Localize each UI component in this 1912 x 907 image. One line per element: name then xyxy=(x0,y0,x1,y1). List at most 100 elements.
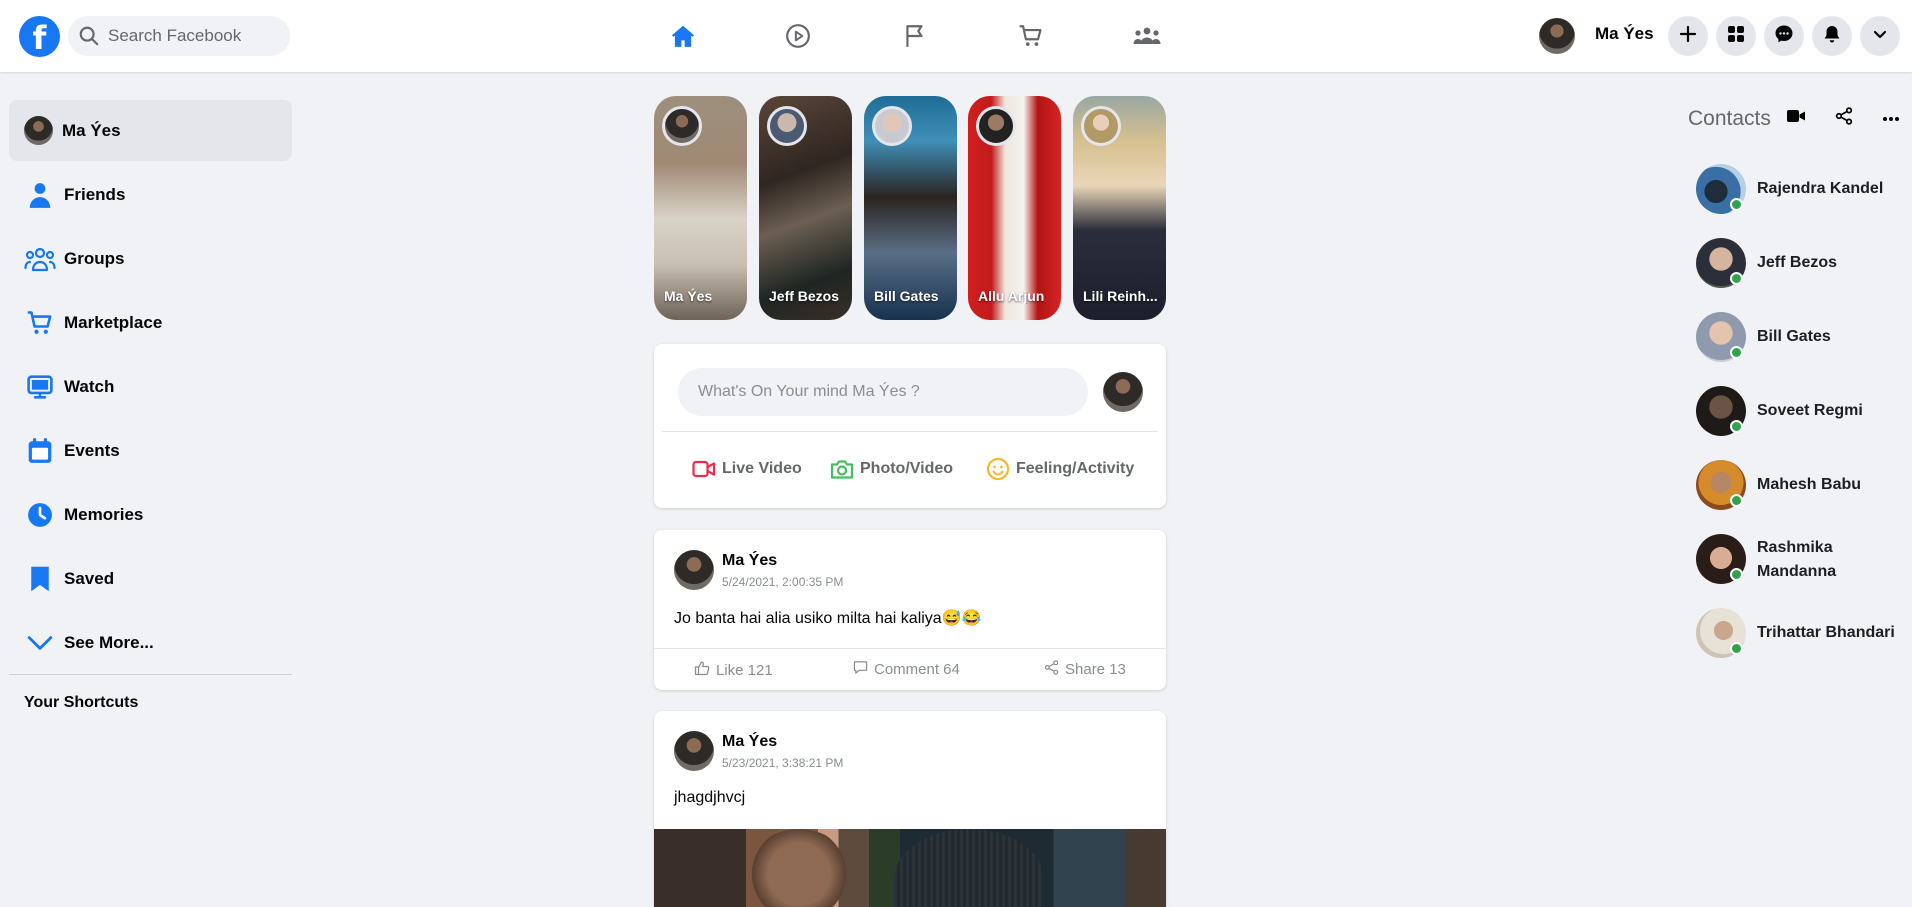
sidebar-item-memories[interactable]: Memories xyxy=(24,494,294,534)
contact-item[interactable]: Bill Gates xyxy=(1696,312,1906,364)
sidebar-item-groups[interactable]: Groups xyxy=(24,238,294,278)
watch-icon[interactable] xyxy=(780,18,816,54)
story-avatar xyxy=(662,106,702,146)
groups-icon[interactable] xyxy=(1129,18,1165,54)
search-input[interactable]: Search Facebook xyxy=(68,16,290,56)
story-card[interactable]: Lili Reinh... xyxy=(1073,96,1166,320)
story-card[interactable]: Ma Ýes xyxy=(654,96,747,320)
account-menu-button[interactable] xyxy=(1860,16,1900,56)
post-photo[interactable] xyxy=(654,829,1166,907)
more-icon xyxy=(1882,109,1900,127)
post-text: Jo banta hai alia usiko milta hai kaliya… xyxy=(674,610,982,627)
post-timestamp[interactable]: 5/23/2021, 3:38:21 PM xyxy=(722,756,843,770)
post-text: jhagdjhvcj xyxy=(674,789,746,806)
photo-person xyxy=(894,829,1044,907)
contact-item[interactable]: Rajendra Kandel xyxy=(1696,164,1906,216)
sidebar-item-see-more[interactable]: See More... xyxy=(24,622,294,662)
sidebar-item-events[interactable]: Events xyxy=(24,430,294,470)
menu-button[interactable] xyxy=(1716,16,1756,56)
photo-camera-icon xyxy=(830,458,854,480)
sidebar-item-saved[interactable]: Saved xyxy=(24,558,294,598)
contacts-share-button[interactable] xyxy=(1824,98,1864,138)
friends-icon xyxy=(24,180,56,210)
post-author[interactable]: Ma Ýes xyxy=(722,733,777,751)
plus-icon xyxy=(1679,25,1697,48)
pages-flag-icon[interactable] xyxy=(897,18,933,54)
contact-name: Trihattar Bhandari xyxy=(1757,624,1895,641)
sidebar-item-label: Saved xyxy=(64,569,115,588)
photo-video-label: Photo/Video xyxy=(860,460,954,477)
feeling-activity-button[interactable]: Feeling/Activity xyxy=(986,456,1134,482)
online-status-dot xyxy=(1730,272,1743,285)
sidebar-item-marketplace[interactable]: Marketplace xyxy=(24,302,294,342)
create-button[interactable] xyxy=(1668,16,1708,56)
live-video-button[interactable]: Live Video xyxy=(692,456,802,482)
share-icon xyxy=(1044,660,1059,679)
search-icon xyxy=(78,25,100,52)
contact-item[interactable]: Soveet Regmi xyxy=(1696,386,1906,438)
groups-icon xyxy=(24,244,56,274)
sidebar-divider xyxy=(9,674,292,675)
share-button[interactable]: Share 13 xyxy=(1044,660,1126,679)
sidebar-item-friends[interactable]: Friends xyxy=(24,174,294,214)
online-status-dot xyxy=(1730,346,1743,359)
story-card[interactable]: Bill Gates xyxy=(864,96,957,320)
video-call-button[interactable] xyxy=(1776,98,1816,138)
avatar[interactable] xyxy=(674,731,714,771)
comment-button[interactable]: Comment 64 xyxy=(853,660,960,679)
menu-grid-icon xyxy=(1727,25,1745,48)
notifications-button[interactable] xyxy=(1812,16,1852,56)
photo-video-button[interactable]: Photo/Video xyxy=(830,456,953,482)
story-name: Lili Reinh... xyxy=(1083,288,1158,304)
feed-post: Ma Ýes 5/23/2021, 3:38:21 PM jhagdjhvcj xyxy=(654,711,1166,907)
avatar xyxy=(24,116,53,145)
marketplace-icon xyxy=(24,308,56,338)
contact-item[interactable]: Trihattar Bhandari xyxy=(1696,608,1906,660)
messenger-button[interactable] xyxy=(1764,16,1804,56)
post-author[interactable]: Ma Ýes xyxy=(722,552,777,570)
online-status-dot xyxy=(1730,568,1743,581)
contact-name: Bill Gates xyxy=(1757,328,1831,345)
video-call-icon xyxy=(1786,108,1806,129)
share-icon xyxy=(1835,106,1853,130)
story-card[interactable]: Allu Arjun xyxy=(968,96,1061,320)
video-camera-icon xyxy=(692,460,716,478)
story-avatar xyxy=(976,106,1016,146)
top-navigation-bar: f Search Facebook Ma Ýes xyxy=(0,0,1912,72)
contact-item[interactable]: Jeff Bezos xyxy=(1696,238,1906,290)
contact-name: Rashmika Mandanna xyxy=(1757,539,1837,580)
composer-input[interactable]: What's On Your mind Ma Ýes ? xyxy=(678,368,1088,416)
story-card[interactable]: Jeff Bezos xyxy=(759,96,852,320)
sidebar-item-watch[interactable]: Watch xyxy=(24,366,294,406)
avatar xyxy=(1103,372,1143,412)
story-name: Allu Arjun xyxy=(978,288,1045,304)
contact-item[interactable]: Rashmika Mandanna xyxy=(1696,534,1906,586)
facebook-logo[interactable]: f xyxy=(19,16,60,57)
divider xyxy=(654,648,1166,649)
sidebar-item-label: See More... xyxy=(64,633,154,652)
post-timestamp[interactable]: 5/24/2021, 2:00:35 PM xyxy=(722,575,843,589)
comment-label: Comment 64 xyxy=(874,661,960,678)
story-name: Ma Ýes xyxy=(664,288,713,304)
shortcuts-heading: Your Shortcuts xyxy=(24,694,139,711)
story-name: Bill Gates xyxy=(874,288,939,304)
contacts-more-button[interactable] xyxy=(1871,98,1911,138)
smiley-icon xyxy=(986,457,1010,481)
marketplace-cart-icon[interactable] xyxy=(1013,18,1049,54)
contacts-heading: Contacts xyxy=(1688,107,1771,130)
messenger-icon xyxy=(1774,24,1794,49)
online-status-dot xyxy=(1730,198,1743,211)
chevron-down-icon xyxy=(24,628,56,658)
contact-item[interactable]: Mahesh Babu xyxy=(1696,460,1906,512)
avatar[interactable] xyxy=(674,550,714,590)
user-avatar[interactable] xyxy=(1539,18,1575,54)
clock-icon xyxy=(24,500,56,530)
share-label: Share 13 xyxy=(1065,661,1126,678)
sidebar-profile-link[interactable]: Ma Ýes xyxy=(9,100,292,161)
sidebar-profile-name: Ma Ýes xyxy=(62,121,121,140)
header-user-name[interactable]: Ma Ýes xyxy=(1595,24,1654,44)
like-label: Like 121 xyxy=(716,661,773,679)
contact-name: Mahesh Babu xyxy=(1757,476,1862,493)
home-icon[interactable] xyxy=(665,18,701,54)
like-button[interactable]: Like 121 xyxy=(694,660,773,680)
